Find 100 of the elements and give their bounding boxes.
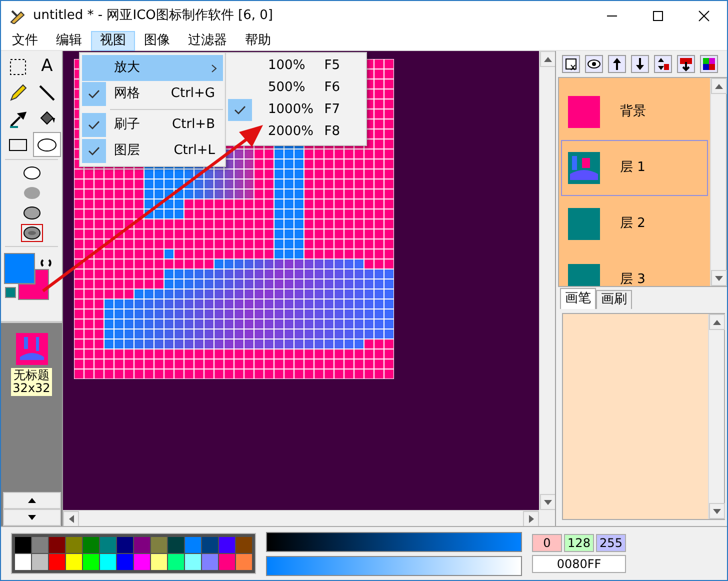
palette-color[interactable] xyxy=(117,537,133,553)
tool-button[interactable]: A xyxy=(33,54,61,79)
menu-item[interactable]: 图层 Ctrl+L xyxy=(82,138,223,164)
menu-item[interactable]: 过滤器 xyxy=(179,30,236,50)
palette-color[interactable] xyxy=(185,554,201,570)
palette-color[interactable] xyxy=(100,554,116,570)
palette-color[interactable] xyxy=(134,554,150,570)
palette-color[interactable] xyxy=(202,554,218,570)
tool-button[interactable] xyxy=(33,132,61,157)
palette-color[interactable] xyxy=(236,537,252,553)
layer-toolbar-button[interactable] xyxy=(677,55,695,73)
icon-thumbnail[interactable] xyxy=(16,333,48,365)
layer-scrollbar[interactable] xyxy=(710,78,726,286)
layer-toolbar-button[interactable] xyxy=(585,55,603,73)
palette-color[interactable] xyxy=(15,554,31,570)
down-arrow-icon[interactable] xyxy=(713,508,721,514)
menu-item[interactable]: 500% F6 xyxy=(228,77,364,99)
palette-color[interactable] xyxy=(202,537,218,553)
palette-color[interactable] xyxy=(83,554,99,570)
panel-tab[interactable]: 画刷 xyxy=(596,290,632,309)
check-icon xyxy=(88,120,100,130)
up-arrow-icon xyxy=(28,498,36,503)
palette-color[interactable] xyxy=(66,537,82,553)
ellipse-style-icon xyxy=(22,166,40,180)
palette-color[interactable] xyxy=(117,554,133,570)
up-arrow-icon[interactable] xyxy=(544,56,552,62)
layer-row[interactable]: 背景 xyxy=(561,84,708,140)
palette-color[interactable] xyxy=(66,554,82,570)
palette-color[interactable] xyxy=(151,554,167,570)
close-icon xyxy=(698,10,710,22)
merge-down-icon xyxy=(678,56,694,72)
palette-color[interactable] xyxy=(168,537,184,553)
palette-color[interactable] xyxy=(15,537,31,553)
down-arrow-icon[interactable] xyxy=(544,500,552,504)
layer-name: 层 2 xyxy=(620,215,646,234)
layer-row[interactable]: 层 1 xyxy=(561,140,708,196)
left-arrow-icon[interactable] xyxy=(68,515,74,523)
layer-toolbar-button[interactable] xyxy=(700,55,718,73)
layer-toolbar-button[interactable] xyxy=(562,55,580,73)
shade-gradient-bar[interactable] xyxy=(266,532,522,552)
shape-style-button[interactable] xyxy=(20,224,42,242)
delete-layer-icon xyxy=(563,56,579,72)
menu-item[interactable]: 1000% F7 xyxy=(228,99,364,121)
menu-item[interactable]: 图像 xyxy=(135,30,179,50)
menu-item[interactable]: 100% F5 xyxy=(228,55,364,77)
layer-toolbar-button[interactable] xyxy=(631,55,649,73)
palette-color[interactable] xyxy=(83,537,99,553)
menu-item[interactable]: 网格 Ctrl+G xyxy=(82,81,223,107)
shape-style-button[interactable] xyxy=(20,164,42,182)
check-icon xyxy=(88,89,100,99)
menu-item[interactable]: 编辑 xyxy=(47,30,91,50)
swap-colors-icon[interactable] xyxy=(40,257,52,269)
right-arrow-icon[interactable] xyxy=(528,515,534,523)
scroll-down-button[interactable] xyxy=(2,509,60,526)
brush-scrollbar[interactable] xyxy=(708,314,724,519)
palette-color[interactable] xyxy=(185,537,201,553)
down-arrow-icon[interactable] xyxy=(715,276,723,280)
palette-color[interactable] xyxy=(49,537,65,553)
check-icon xyxy=(234,105,246,115)
palette-color[interactable] xyxy=(32,554,48,570)
horizontal-scrollbar[interactable] xyxy=(63,510,539,526)
layer-name: 背景 xyxy=(620,103,646,122)
palette-color[interactable] xyxy=(219,554,235,570)
up-arrow-icon[interactable] xyxy=(713,320,721,324)
ellipse-style-icon xyxy=(22,226,40,240)
tint-gradient-bar[interactable] xyxy=(266,556,522,576)
palette-color[interactable] xyxy=(236,554,252,570)
palette-color[interactable] xyxy=(134,537,150,553)
transparent-color-swatch[interactable] xyxy=(5,287,16,298)
palette-color[interactable] xyxy=(49,554,65,570)
up-arrow-icon[interactable] xyxy=(715,84,723,88)
layer-row[interactable]: 层 3 xyxy=(561,252,708,286)
palette-color[interactable] xyxy=(168,554,184,570)
r-channel-value: 0 xyxy=(532,534,562,552)
palette-color[interactable] xyxy=(100,537,116,553)
foreground-color-swatch[interactable] xyxy=(4,253,35,284)
layer-row[interactable]: 层 2 xyxy=(561,196,708,252)
panel-tab[interactable]: 画笔 xyxy=(560,288,596,309)
ellipse-style-icon xyxy=(22,186,40,200)
b-channel-value: 255 xyxy=(596,534,626,552)
menu-item[interactable]: 视图 xyxy=(91,30,135,50)
layer-toolbar-button[interactable] xyxy=(654,55,672,73)
menu-item[interactable]: 文件 xyxy=(3,30,47,50)
ellipse-style-icon xyxy=(22,206,40,220)
scroll-up-button[interactable] xyxy=(2,492,60,509)
vertical-scrollbar[interactable] xyxy=(539,51,555,510)
layer-thumbnail xyxy=(568,152,600,184)
maximize-icon xyxy=(652,10,664,22)
move-layer-icon xyxy=(655,56,671,72)
background-color-swatch[interactable] xyxy=(18,269,49,300)
layer-toolbar-button[interactable] xyxy=(608,55,626,73)
shape-style-button[interactable] xyxy=(20,204,42,222)
down-arrow-icon xyxy=(28,515,36,520)
menu-item[interactable]: 2000% F8 xyxy=(228,121,364,143)
menu-item[interactable]: 放大 xyxy=(82,55,223,81)
menu-item[interactable]: 帮助 xyxy=(236,30,280,50)
palette-color[interactable] xyxy=(151,537,167,553)
menu-item[interactable]: 刷子 Ctrl+B xyxy=(82,112,223,138)
palette-color[interactable] xyxy=(219,537,235,553)
palette-color[interactable] xyxy=(32,537,48,553)
